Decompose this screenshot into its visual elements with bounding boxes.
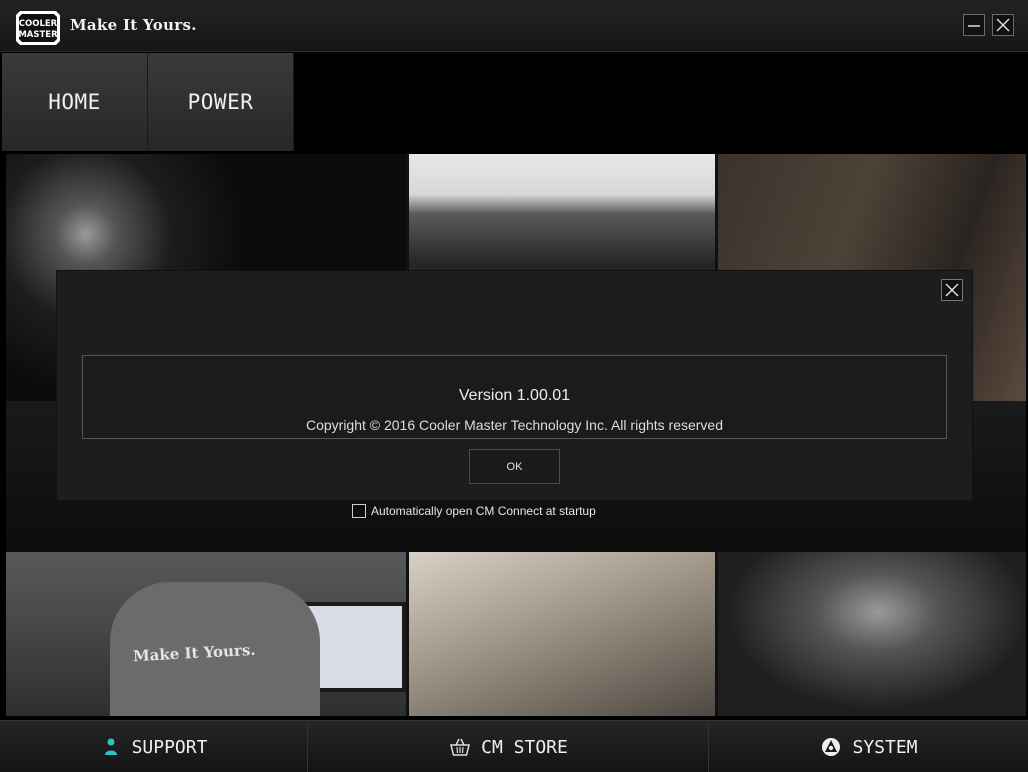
- minimize-icon: [968, 25, 980, 27]
- system-icon: [822, 738, 841, 756]
- cooler-master-logo: COOLER MASTER: [14, 9, 62, 47]
- close-icon: [945, 283, 959, 297]
- bottom-bar: SUPPORT CM STORE SYSTEM: [0, 720, 1028, 772]
- cm-store-button[interactable]: CM STORE: [309, 721, 709, 772]
- close-icon: [996, 18, 1010, 32]
- tab-power[interactable]: POWER: [148, 53, 294, 151]
- cm-store-label: CM STORE: [481, 736, 568, 758]
- support-button[interactable]: SUPPORT: [0, 721, 308, 772]
- version-info-box: Version 1.00.01 Copyright © 2016 Cooler …: [82, 355, 947, 439]
- dialog-close-button[interactable]: [941, 279, 963, 301]
- main-nav: HOME POWER: [0, 53, 1028, 151]
- basket-icon: [450, 738, 471, 756]
- version-text: Version 1.00.01: [458, 387, 571, 404]
- minimize-button[interactable]: [963, 14, 985, 36]
- close-window-button[interactable]: [992, 14, 1014, 36]
- ok-button[interactable]: OK: [469, 449, 560, 484]
- tile-mesh-image[interactable]: [718, 552, 1026, 716]
- startup-option[interactable]: Automatically open CM Connect at startup: [352, 503, 596, 519]
- copyright-text: Copyright © 2016 Cooler Master Technolog…: [305, 417, 724, 433]
- startup-checkbox-label: Automatically open CM Connect at startup: [371, 504, 596, 518]
- support-label: SUPPORT: [131, 736, 208, 758]
- tile-workbench-image[interactable]: [409, 552, 715, 716]
- app-tagline: Make It Yours.: [70, 16, 197, 34]
- person-icon: [104, 738, 117, 755]
- startup-checkbox[interactable]: [352, 504, 366, 518]
- about-dialog: Version 1.00.01 Copyright © 2016 Cooler …: [57, 271, 972, 500]
- svg-text:MASTER: MASTER: [18, 30, 58, 40]
- tab-home[interactable]: HOME: [2, 53, 148, 151]
- system-label: SYSTEM: [852, 736, 918, 758]
- system-button[interactable]: SYSTEM: [710, 721, 1028, 772]
- title-bar: COOLER MASTER Make It Yours.: [0, 0, 1028, 52]
- svg-text:COOLER: COOLER: [19, 19, 58, 29]
- tile-team-image[interactable]: Make It Yours.: [6, 552, 406, 716]
